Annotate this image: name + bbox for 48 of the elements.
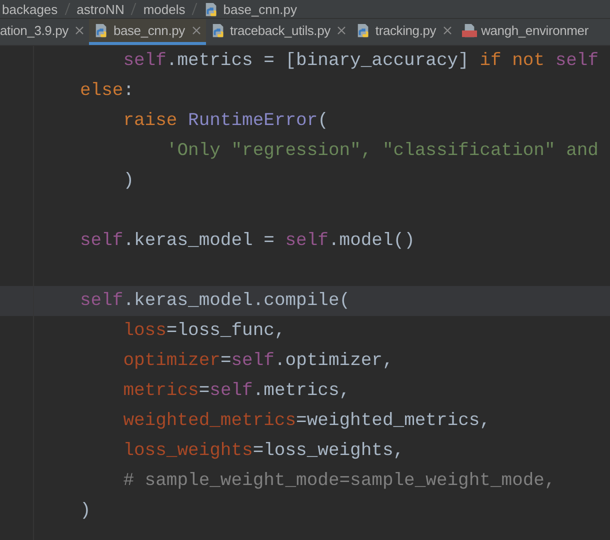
code-token: self [80, 231, 124, 251]
code-token: self [210, 381, 253, 401]
code-token: # sample_weight_mode=sample_weight_mode, [122, 471, 556, 491]
code-token: 'Only "regression", "classification" and [165, 141, 598, 161]
code-token: .model() [328, 231, 415, 251]
code-token: =weighted_metrics, [296, 411, 490, 431]
code-token: = [220, 351, 232, 371]
breadcrumb-item[interactable]: astroNN [76, 2, 124, 16]
editor-tab[interactable]: ation_3.9.py [0, 19, 90, 45]
code-token: weighted_metrics [122, 411, 296, 431]
breadcrumb-item[interactable]: base_cnn.py [223, 2, 297, 16]
code-token: ( [318, 111, 328, 131]
code-token: loss_weights [122, 441, 253, 461]
code-token: self [285, 231, 328, 251]
code-token: self [80, 291, 124, 311]
code-token: else [80, 81, 124, 101]
code-token: raise [122, 111, 178, 131]
close-icon[interactable] [337, 26, 346, 35]
code-token: : [123, 81, 134, 101]
code-token: = [198, 381, 210, 401]
close-icon[interactable] [192, 26, 201, 35]
editor-tab[interactable]: base_cnn.py [89, 19, 206, 45]
code-token: =loss_func, [166, 321, 286, 341]
code-token: ) [80, 501, 91, 521]
code-token: self [122, 51, 166, 71]
close-icon[interactable] [75, 26, 84, 35]
editor-tab[interactable]: wangh_environmer [457, 19, 594, 45]
breadcrumb-item[interactable]: backages [2, 2, 58, 16]
code-token: self [555, 51, 599, 71]
code-token: .keras_model = [123, 231, 276, 251]
code-token: .metrics, [252, 381, 350, 401]
code-token: optimizer [122, 351, 220, 371]
code-token: .optimizer, [274, 351, 394, 371]
code-token: RuntimeError [188, 111, 318, 131]
code-token: .metrics = [binary_accuracy] [166, 51, 470, 71]
code-token: metrics [122, 381, 199, 401]
code-token: =loss_weights, [252, 441, 404, 461]
yaml-file-icon [462, 23, 478, 38]
breadcrumb-item[interactable]: models [143, 2, 186, 16]
code-token: ) [122, 171, 134, 191]
code-token: .keras_model.compile( [123, 291, 350, 311]
editor-tab[interactable]: traceback_utils.py [206, 19, 352, 45]
python-file-icon [210, 23, 226, 38]
code-token: loss [122, 321, 166, 341]
editor-tab[interactable]: tracking.py [351, 19, 458, 45]
close-icon[interactable] [443, 26, 452, 35]
code-token: self [231, 351, 274, 371]
code-token: if not [480, 51, 546, 71]
